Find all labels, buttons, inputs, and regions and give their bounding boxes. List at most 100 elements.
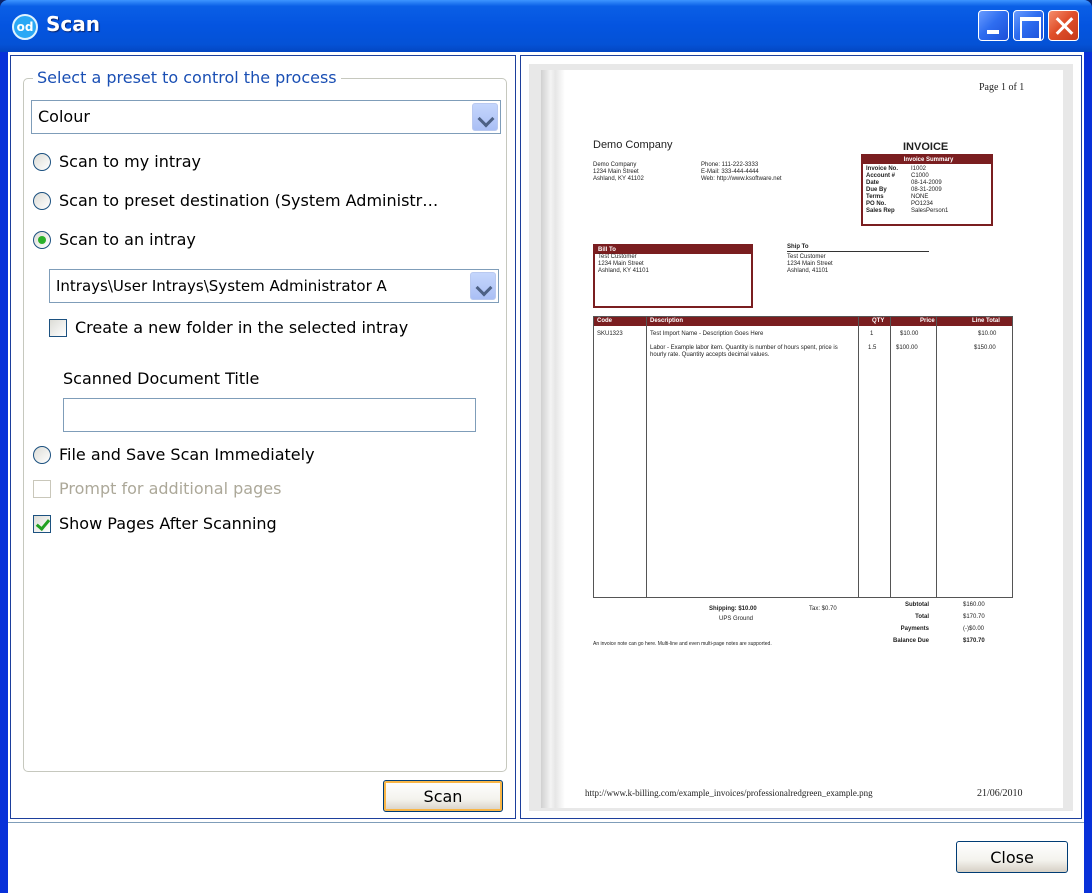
totals-label: Total <box>915 614 929 620</box>
radio-file-and-save[interactable]: File and Save Scan Immediately <box>33 443 493 467</box>
scan-window: od Scan Select a preset to control the p… <box>0 0 1092 893</box>
radio-scan-my-intray[interactable]: Scan to my intray <box>33 150 493 174</box>
chevron-down-icon[interactable] <box>472 103 498 131</box>
row-price: $10.00 <box>900 331 919 337</box>
summary-label: Invoice No. <box>866 166 899 172</box>
checkbox-checked-icon[interactable] <box>33 515 51 533</box>
company-name: Demo Company <box>593 139 673 151</box>
checkbox-label: Show Pages After Scanning <box>59 514 277 533</box>
app-icon: od <box>12 14 38 40</box>
intray-select[interactable]: Intrays\User Intrays\System Administrato… <box>49 269 499 303</box>
ship-to-line: Ashland, 41101 <box>787 268 829 274</box>
summary-value: I1002 <box>911 166 927 172</box>
summary-header: Invoice Summary <box>863 156 991 164</box>
radio-button-icon[interactable] <box>33 153 51 171</box>
totals-value: $170.70 <box>963 614 985 620</box>
radio-scan-preset-destination[interactable]: Scan to preset destination (System Admin… <box>33 189 503 213</box>
totals-value: $160.00 <box>963 602 985 608</box>
summary-value: 08-31-2009 <box>911 187 942 193</box>
radio-label: File and Save Scan Immediately <box>59 445 315 464</box>
bill-to-address: Test Customer 1234 Main Street Ashland, … <box>595 254 751 275</box>
col-header: Description <box>650 318 684 324</box>
totals-label: Payments <box>900 626 929 632</box>
create-folder-checkbox[interactable]: Create a new folder in the selected intr… <box>49 316 499 340</box>
address-line: Demo Company <box>593 162 637 168</box>
col-header: Price <box>920 318 935 324</box>
column-divider <box>858 317 859 597</box>
close-button[interactable]: Close <box>956 841 1068 873</box>
address-line: Ashland, KY 41102 <box>593 176 644 182</box>
contact-line: Web: http://www.ksoftware.net <box>701 176 782 182</box>
maximize-button[interactable] <box>1013 10 1044 41</box>
checkbox-label: Create a new folder in the selected intr… <box>75 318 409 337</box>
tax-line: Tax: $0.70 <box>809 606 837 612</box>
show-pages-checkbox[interactable]: Show Pages After Scanning <box>33 512 493 536</box>
bill-to-line: Ashland, KY 41101 <box>598 268 649 274</box>
footer-url: http://www.k-billing.com/example_invoice… <box>585 788 873 798</box>
summary-label: Sales Rep <box>866 208 895 214</box>
row-description: Labor - Example labor item. Quantity is … <box>650 345 838 358</box>
doc-title-input[interactable] <box>63 398 476 432</box>
preview-background: Page 1 of 1 Demo Company Demo Company 12… <box>529 64 1073 811</box>
contact-line: Phone: 111-222-3333 <box>701 162 759 168</box>
radio-label: Scan to an intray <box>59 230 196 249</box>
ship-to-address: Test Customer 1234 Main Street Ashland, … <box>787 254 833 275</box>
radio-button-icon[interactable] <box>33 446 51 464</box>
totals-value: (-)$0.00 <box>963 626 985 632</box>
column-divider <box>890 317 891 597</box>
summary-label: Terms <box>866 194 884 200</box>
checkbox-disabled-icon <box>33 480 51 498</box>
preset-group-title: Select a preset to control the process <box>33 68 341 87</box>
dialog-footer: Close <box>8 822 1084 893</box>
preset-select[interactable]: Colour <box>31 100 501 134</box>
row-code: SKU1323 <box>597 331 623 337</box>
shipping-line: Shipping: $10.00 <box>709 606 757 612</box>
scan-options-pane: Select a preset to control the process C… <box>10 55 516 819</box>
window-title: Scan <box>46 12 100 36</box>
bill-to-box: Bill To Test Customer 1234 Main Street A… <box>593 244 753 308</box>
page-number: Page 1 of 1 <box>979 82 1025 93</box>
row-price: $100.00 <box>896 345 918 351</box>
summary-value: NONE <box>911 194 929 200</box>
ship-to-header: Ship To <box>787 244 929 252</box>
summary-value: C1000 <box>911 173 929 179</box>
radio-button-icon[interactable] <box>33 192 51 210</box>
minimize-button[interactable] <box>978 10 1009 41</box>
footer-date: 21/06/2010 <box>977 788 1023 799</box>
preset-select-value: Colour <box>38 107 90 126</box>
col-header: Line Total <box>972 318 1000 324</box>
intray-select-value: Intrays\User Intrays\System Administrato… <box>56 277 387 295</box>
column-divider <box>646 317 647 597</box>
chevron-down-icon[interactable] <box>470 272 496 300</box>
ship-to-line: Test Customer <box>787 254 826 260</box>
scan-preview-pane: Page 1 of 1 Demo Company Demo Company 12… <box>520 55 1082 819</box>
address-line: 1234 Main Street <box>593 169 639 175</box>
summary-label: Account # <box>866 173 896 179</box>
summary-value: PO1234 <box>911 201 934 207</box>
summary-value: SalesPerson1 <box>911 208 949 214</box>
col-header: Code <box>597 318 612 324</box>
checkbox-icon[interactable] <box>49 319 67 337</box>
summary-label: PO No. <box>866 201 887 207</box>
radio-label: Scan to preset destination (System Admin… <box>59 191 439 210</box>
col-header: QTY <box>872 318 885 324</box>
company-address: Demo Company 1234 Main Street Ashland, K… <box>593 162 644 183</box>
title-bar[interactable]: od Scan <box>0 0 1092 52</box>
totals-value: $170.70 <box>963 638 985 644</box>
checkbox-label: Prompt for additional pages <box>59 479 282 498</box>
scan-button[interactable]: Scan <box>383 780 503 812</box>
bill-to-line: Test Customer <box>598 254 637 260</box>
totals-values: $160.00 $170.70 (-)$0.00 $170.70 <box>963 602 985 650</box>
row-total: $10.00 <box>978 331 997 337</box>
summary-label: Date <box>866 180 880 186</box>
ship-method: UPS Ground <box>719 616 754 622</box>
table-header-row: Code Description QTY Price Line Total <box>594 317 1012 326</box>
prompt-additional-checkbox: Prompt for additional pages <box>33 477 493 501</box>
close-window-button[interactable] <box>1048 10 1079 41</box>
contact-line: E-Mail: 333-444-4444 <box>701 169 759 175</box>
column-divider <box>936 317 937 597</box>
row-qty: 1.5 <box>868 345 877 351</box>
radio-scan-an-intray[interactable]: Scan to an intray <box>33 228 493 252</box>
radio-button-selected-icon[interactable] <box>33 231 51 249</box>
preview-page: Page 1 of 1 Demo Company Demo Company 12… <box>541 70 1063 808</box>
